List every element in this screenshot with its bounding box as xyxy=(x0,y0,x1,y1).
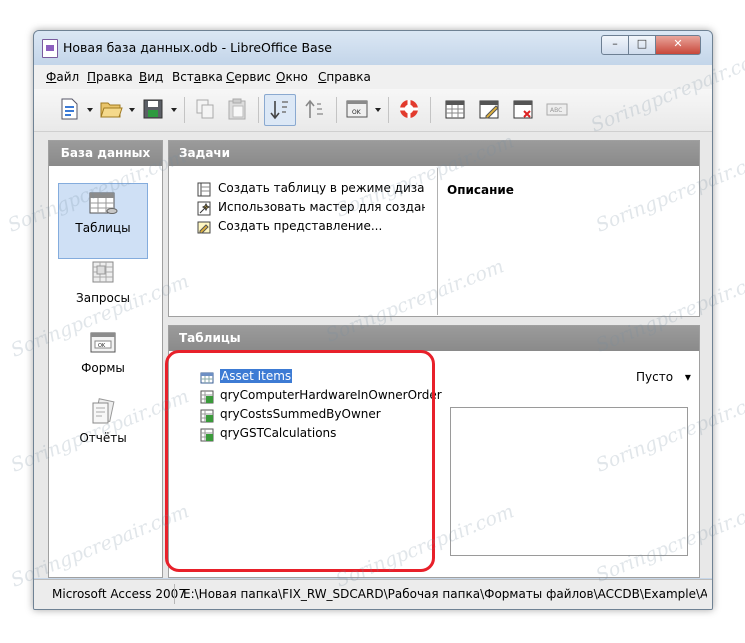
help-lifebuoy-icon[interactable] xyxy=(396,96,422,122)
svg-text:OK: OK xyxy=(352,109,362,116)
nav-label-reports: Отчёты xyxy=(79,431,127,445)
open-folder-icon[interactable] xyxy=(98,96,124,122)
table-row-query[interactable]: qryComputerHardwareInOwnerOrder xyxy=(200,388,442,407)
table-name: qryGSTCalculations xyxy=(220,426,337,440)
rename-object-icon[interactable]: ABC xyxy=(544,96,570,122)
table-row-asset-items[interactable]: Asset Items xyxy=(200,369,442,388)
task-create-view[interactable]: Создать представление... xyxy=(197,219,425,238)
libreoffice-base-icon xyxy=(42,39,58,58)
new-document-icon[interactable] xyxy=(56,96,82,122)
database-panel-title: База данных xyxy=(49,141,162,166)
save-icon[interactable] xyxy=(140,96,166,122)
menu-view[interactable]: Вид xyxy=(139,70,163,84)
paste-icon[interactable] xyxy=(224,96,250,122)
toolbar-separator xyxy=(336,97,337,123)
maximize-button[interactable]: □ xyxy=(628,35,656,55)
table-name: qryComputerHardwareInOwnerOrder xyxy=(220,388,442,402)
task-create-table-design[interactable]: Создать таблицу в режиме дизайна... xyxy=(197,181,425,200)
status-separator xyxy=(174,584,175,604)
wizard-icon xyxy=(197,201,211,216)
toolbar-separator xyxy=(430,97,431,123)
app-window: Новая база данных.odb - LibreOffice Base… xyxy=(33,30,713,610)
task-label: Создать таблицу в режиме дизайна... xyxy=(218,181,425,195)
task-label: Создать представление... xyxy=(218,219,383,233)
edit-object-icon[interactable] xyxy=(476,96,502,122)
sort-ascending-icon[interactable] xyxy=(302,96,328,122)
create-view-icon xyxy=(197,221,211,234)
svg-text:OK: OK xyxy=(98,343,106,349)
table-name: qryCostsSummedByOwner xyxy=(220,407,381,421)
status-file-path: E:\Новая папка\FIX_RW_SDCARD\Рабочая пап… xyxy=(183,587,707,601)
table-design-icon xyxy=(197,182,211,197)
sort-descending-icon[interactable] xyxy=(264,94,296,126)
tasks-divider xyxy=(437,168,438,315)
description-heading: Описание xyxy=(447,183,514,197)
chevron-down-icon[interactable] xyxy=(86,106,94,114)
preview-mode-dropdown[interactable]: Пусто ▾ xyxy=(636,370,691,384)
reports-icon xyxy=(92,398,115,424)
close-button[interactable]: ✕ xyxy=(655,35,701,55)
queries-icon xyxy=(92,261,114,283)
nav-item-tables[interactable]: Таблицы xyxy=(57,183,149,259)
nav-label-forms: Формы xyxy=(81,361,125,375)
copy-icon[interactable] xyxy=(192,96,218,122)
chevron-down-icon: ▾ xyxy=(684,370,691,384)
tables-panel-title: Таблицы xyxy=(169,326,699,351)
minimize-button[interactable]: – xyxy=(601,35,629,55)
menu-bar: Файл Правка Вид Вставка Сервис Окно Спра… xyxy=(34,65,712,89)
query-icon xyxy=(200,409,214,423)
chevron-down-icon[interactable] xyxy=(128,106,136,114)
table-row-query[interactable]: qryGSTCalculations xyxy=(200,426,442,445)
table-name: Asset Items xyxy=(220,369,293,383)
menu-file[interactable]: Файл xyxy=(46,70,79,84)
forms-icon: OK xyxy=(90,332,116,353)
preview-mode-value: Пусто xyxy=(636,370,674,384)
menu-edit[interactable]: Правка xyxy=(87,70,133,84)
nav-label-tables: Таблицы xyxy=(75,221,131,235)
tables-icon xyxy=(89,192,118,214)
table-row-query[interactable]: qryCostsSummedByOwner xyxy=(200,407,442,426)
menu-tools[interactable]: Сервис xyxy=(226,70,271,84)
chevron-down-icon[interactable] xyxy=(170,106,178,114)
nav-label-queries: Запросы xyxy=(76,291,130,305)
tasks-panel-title: Задачи xyxy=(169,141,699,166)
title-bar[interactable]: Новая база данных.odb - LibreOffice Base… xyxy=(34,31,712,65)
table-icon xyxy=(200,372,214,384)
toolbar-separator xyxy=(258,97,259,123)
tables-list: Asset Items qryComputerHardwareInOwnerOr… xyxy=(200,369,442,445)
task-table-wizard[interactable]: Использовать мастер для создания таблицы… xyxy=(197,200,425,219)
toolbar-separator xyxy=(388,97,389,123)
status-database-format: Microsoft Access 2007 xyxy=(52,587,186,601)
toolbar-separator xyxy=(184,97,185,123)
window-title: Новая база данных.odb - LibreOffice Base xyxy=(63,40,332,55)
query-icon xyxy=(200,428,214,442)
task-label: Использовать мастер для создания таблицы… xyxy=(218,200,425,214)
menu-window[interactable]: Окно xyxy=(276,70,308,84)
delete-object-icon[interactable] xyxy=(510,96,536,122)
tables-panel: Таблицы Asset Items qryComputerHardwareI… xyxy=(168,325,700,578)
database-panel: База данных Таблицы Запросы OK Формы Отч… xyxy=(48,140,163,578)
nav-item-reports[interactable]: Отчёты xyxy=(57,393,149,469)
preview-area xyxy=(450,407,688,556)
open-object-icon[interactable] xyxy=(442,96,468,122)
status-bar: Microsoft Access 2007 E:\Новая папка\FIX… xyxy=(34,579,712,609)
menu-help[interactable]: Справка xyxy=(318,70,371,84)
chevron-down-icon[interactable] xyxy=(374,106,382,114)
form-ok-icon[interactable]: OK xyxy=(344,96,370,122)
tasks-panel: Задачи Создать таблицу в режиме дизайна.… xyxy=(168,140,700,317)
svg-text:ABC: ABC xyxy=(550,107,562,114)
nav-item-forms[interactable]: OK Формы xyxy=(57,323,149,399)
menu-insert[interactable]: Вставка xyxy=(172,70,223,84)
standard-toolbar: OK ABC xyxy=(34,89,712,132)
task-list: Создать таблицу в режиме дизайна... Испо… xyxy=(197,181,425,238)
database-content: База данных Таблицы Запросы OK Формы Отч… xyxy=(34,132,712,578)
query-icon xyxy=(200,390,214,404)
nav-item-queries[interactable]: Запросы xyxy=(57,253,149,329)
